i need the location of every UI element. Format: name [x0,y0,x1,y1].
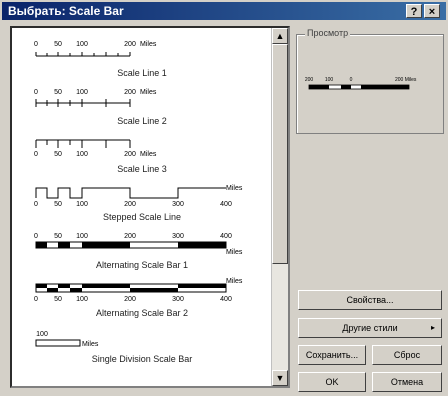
tick-label: 400 [220,201,232,208]
scroll-thumb[interactable] [272,44,288,264]
style-list-content: 0 50 100 200 Miles Scale Line 1 0 50 100… [12,28,272,386]
tick-label: 100 [76,89,88,96]
help-button[interactable]: ? [406,4,422,18]
tick-label: 100 [76,233,88,240]
alternating-scale-bar-1-graphic: 0 50 100 200 300 400 Miles [34,233,243,256]
cancel-button[interactable]: Отмена [372,372,442,392]
scale-line-2-graphic: 0 50 100 200 Miles [34,89,157,107]
tick-label: Miles [226,278,243,285]
ok-button[interactable]: OK [298,372,366,392]
list-item-scale-line-2[interactable]: 0 50 100 200 Miles Scale Line 2 [12,84,272,130]
tick-label: 50 [54,89,62,96]
list-scrollbar[interactable]: ▲ ▼ [271,28,288,386]
tick-label: 300 [172,233,184,240]
properties-button[interactable]: Свойства... [298,290,442,310]
tick-label: 200 [124,201,136,208]
more-styles-dropdown[interactable]: Другие стили ▸ [298,318,442,338]
tick-label: 200 [305,77,314,83]
scroll-down-icon[interactable]: ▼ [272,370,288,386]
scale-bar-selector-dialog: Выбрать: Scale Bar ? × 0 50 100 200 Mile… [0,0,448,396]
window-title: Выбрать: Scale Bar [8,4,124,18]
tick-label: Miles [226,249,243,256]
tick-label: 200 [124,41,136,48]
tick-label: 0 [34,296,38,303]
list-item-alternating-scale-bar-2[interactable]: 0 50 100 200 300 400 Miles Alternating S… [12,276,272,322]
tick-label: Miles [82,341,99,348]
list-item-scale-line-3[interactable]: 0 50 100 200 Miles Scale Line 3 [12,132,272,178]
more-styles-label: Другие стили [342,323,398,333]
item-label: Alternating Scale Bar 1 [95,260,189,270]
tick-label: 50 [54,233,62,240]
preview-scale-bar: 200 100 0 200 Miles [305,77,417,90]
tick-label: 50 [54,201,62,208]
tick-label: Miles [140,151,157,158]
tick-label: 100 [76,151,88,158]
scale-bar-style-list[interactable]: 0 50 100 200 Miles Scale Line 1 0 50 100… [10,26,290,388]
list-item-stepped-scale-line[interactable]: 0 50 100 200 300 400 Miles Stepped Scale… [12,180,272,226]
tick-label: 200 Miles [395,77,417,83]
list-item-scale-line-1[interactable]: 0 50 100 200 Miles Scale Line 1 [12,36,272,82]
close-button[interactable]: × [424,4,440,18]
tick-label: 50 [54,41,62,48]
tick-label: 400 [220,296,232,303]
alternating-scale-bar-2-graphic: 0 50 100 200 300 400 Miles [34,278,243,303]
tick-label: 100 [76,201,88,208]
tick-label: 0 [34,233,38,240]
tick-label: 50 [54,296,62,303]
tick-label: 100 [36,331,48,338]
tick-label: 300 [172,296,184,303]
item-label: Scale Line 1 [117,68,167,78]
item-label: Stepped Scale Line [102,212,182,222]
tick-label: 100 [76,296,88,303]
item-label: Scale Line 2 [117,116,167,126]
tick-label: 200 [124,233,136,240]
tick-label: 0 [34,41,38,48]
tick-label: 200 [124,296,136,303]
title-bar: Выбрать: Scale Bar ? × [2,2,446,20]
scroll-up-icon[interactable]: ▲ [272,28,288,44]
tick-label: 0 [34,89,38,96]
tick-label: 0 [34,151,38,158]
reset-button[interactable]: Сброс [372,345,442,365]
single-division-scale-bar-graphic: 100 Miles [35,331,99,348]
preview-group: Просмотр 200 100 0 200 Miles [296,28,444,134]
tick-label: Miles [140,89,157,96]
list-item-alternating-scale-bar-1[interactable]: 0 50 100 200 300 400 Miles Alternating S… [12,228,272,274]
stepped-scale-line-graphic: 0 50 100 200 300 400 Miles [34,185,243,208]
tick-label: 100 [76,41,88,48]
list-item-single-division-scale-bar[interactable]: 100 Miles Single Division Scale Bar [12,326,272,386]
tick-label: 300 [172,201,184,208]
item-label: Alternating Scale Bar 2 [95,308,189,318]
tick-label: Miles [140,41,157,48]
tick-label: 0 [350,77,353,83]
tick-label: 100 [325,77,334,83]
tick-label: 400 [220,233,232,240]
tick-label: 50 [54,151,62,158]
scale-line-3-graphic: 0 50 100 200 Miles [34,139,157,158]
tick-label: Miles [226,185,243,192]
dropdown-arrow-icon: ▸ [430,323,435,332]
save-button[interactable]: Сохранить... [298,345,366,365]
item-label: Single Division Scale Bar [91,354,193,364]
tick-label: 200 [124,89,136,96]
item-label: Scale Line 3 [117,164,167,174]
tick-label: 0 [34,201,38,208]
tick-label: 200 [124,151,136,158]
scale-line-1-graphic: 0 50 100 200 Miles [34,41,157,57]
